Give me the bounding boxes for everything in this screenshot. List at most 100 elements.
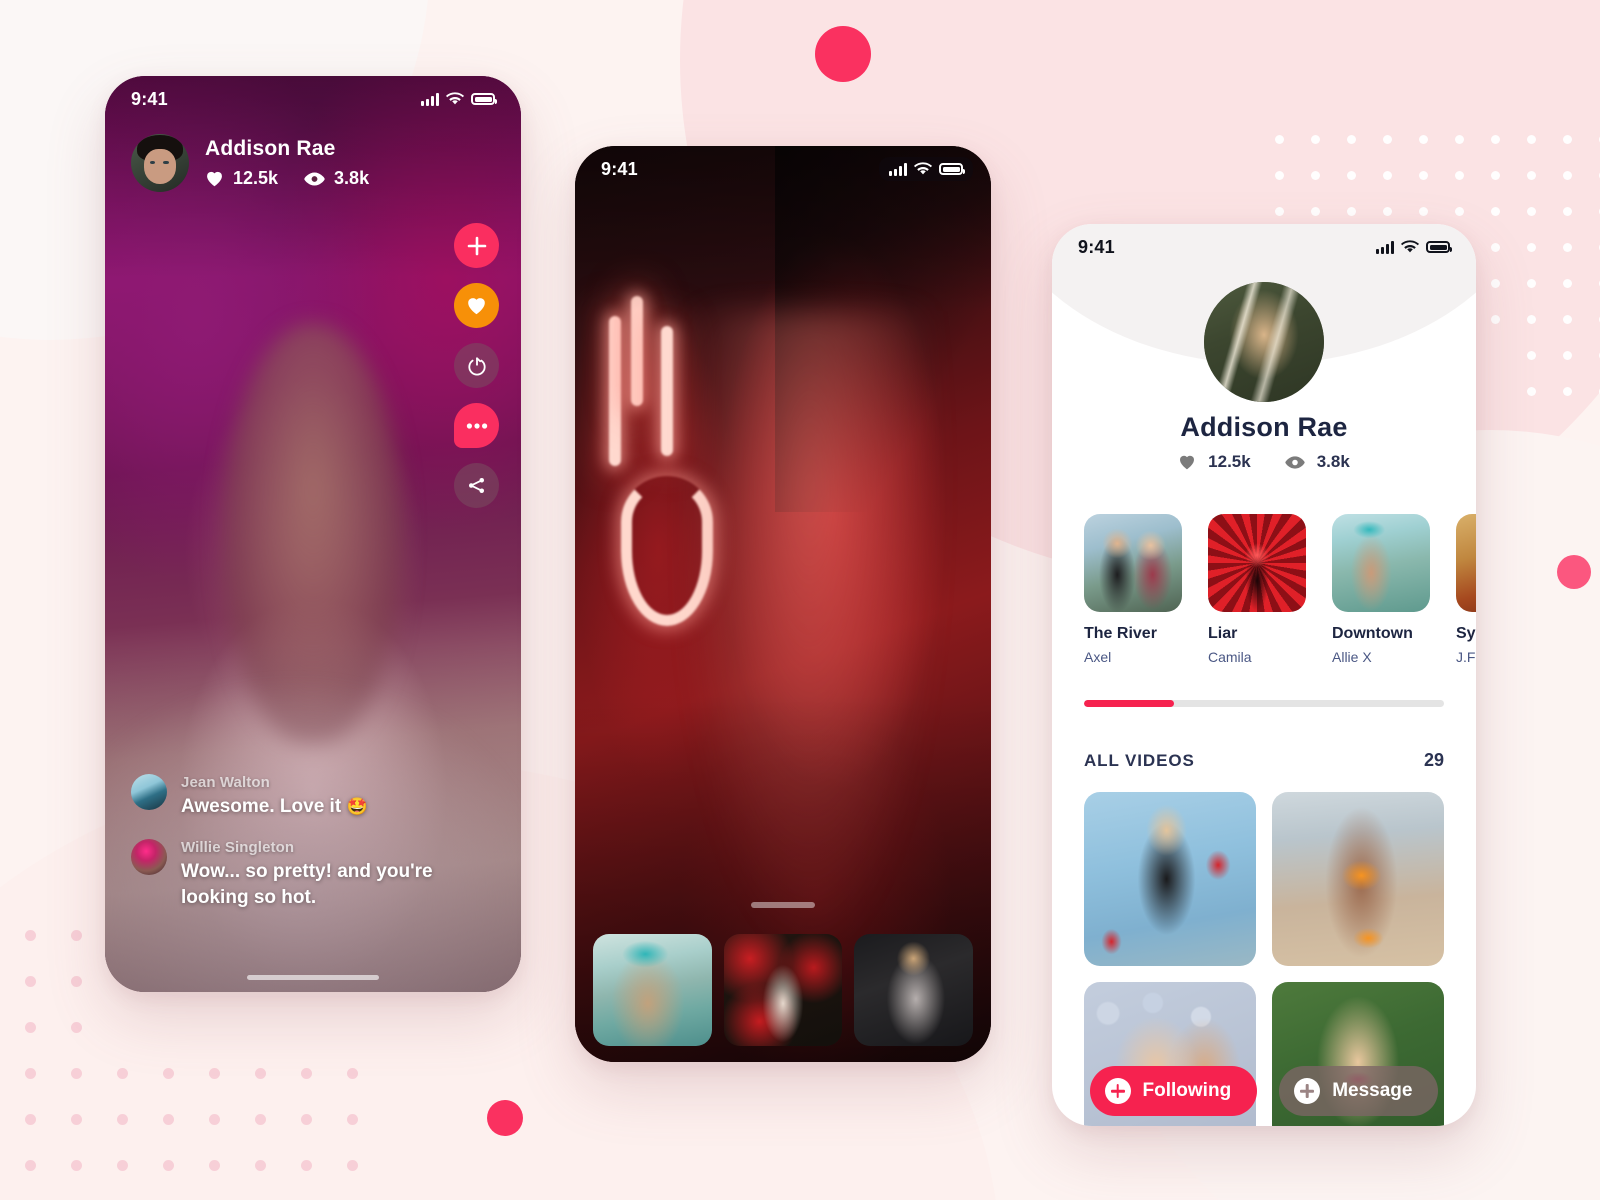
profile-avatar[interactable] [1204,282,1324,402]
song-artist: J.Fla [1456,649,1476,665]
streamer-info[interactable]: Addison Rae 12.5k 3.8k [131,134,369,192]
decor-dot [71,976,82,987]
decor-dot [1491,207,1500,216]
share-button[interactable] [454,463,499,508]
decor-dot [163,1068,174,1079]
song-card[interactable]: The River Axel [1084,514,1182,665]
video-beach-orange[interactable] [1272,792,1444,966]
decor-dot [1491,171,1500,180]
all-videos-header: ALL VIDEOS 29 [1084,750,1444,771]
carousel-scrollbar-thumb[interactable] [1084,700,1174,707]
decor-dot [1527,315,1536,324]
refresh-share-button[interactable] [454,343,499,388]
status-time: 9:41 [601,158,638,179]
decor-dot [1563,207,1572,216]
view-count: 3.8k [334,168,370,188]
decor-dot [1311,171,1320,180]
streamer-name: Addison Rae [205,137,336,160]
decor-dot [255,1068,266,1079]
comment-button[interactable] [454,403,499,448]
plus-circle-icon [1104,1078,1131,1104]
song-card[interactable]: Syn J.Fla [1456,514,1476,665]
thumbnail-strip [593,934,974,1046]
decor-dot [1347,207,1356,216]
comment-list: Jean Walton Awesome. Love it 🤩 Willie Si… [131,774,487,930]
decor-dot [117,1160,128,1171]
status-time: 9:41 [1078,236,1115,257]
add-button[interactable] [454,223,499,268]
song-artist: Axel [1084,649,1112,665]
like-button[interactable] [454,283,499,328]
decor-dot [1527,387,1536,396]
decor-dot [1491,279,1500,288]
decor-dot [1419,171,1428,180]
decor-dot [1563,243,1572,252]
decor-dot [301,1114,312,1125]
eye-icon [304,171,325,187]
comment-author: Willie Singleton [181,839,295,857]
drag-handle[interactable] [751,902,815,908]
decor-dot [347,1160,358,1171]
decor-circle-top [815,26,871,82]
song-card[interactable]: Downtown Allie X [1332,514,1430,665]
decor-dot [1491,243,1500,252]
battery-icon [471,93,497,105]
decor-circle-right [1557,555,1591,589]
video-count: 29 [1423,750,1444,770]
decor-dot [163,1114,174,1125]
decor-dot [1527,243,1536,252]
message-button[interactable]: Message [1279,1066,1439,1116]
decor-dot [1527,279,1536,288]
decor-dot [25,1022,36,1033]
decor-dot [1563,135,1572,144]
avatar[interactable] [131,134,189,192]
thumbnail-pool-selfie[interactable] [593,934,712,1046]
comment-text: Awesome. Love it 🤩 [181,796,368,818]
decor-dot [25,930,36,941]
decor-dot [1275,171,1284,180]
signal-icon [889,162,907,176]
decor-dot [1275,135,1284,144]
decor-dot [1383,207,1392,216]
profile-actions: Following Message [1052,1066,1476,1116]
decor-dot [1347,135,1356,144]
decor-dot [25,1068,36,1079]
message-button-label: Message [1332,1080,1413,1101]
wifi-icon [914,162,932,175]
decor-dot [1419,207,1428,216]
decor-dot [1455,207,1464,216]
status-time: 9:41 [131,88,168,109]
video-netflix-premiere[interactable] [1084,792,1256,966]
profile-stats: 12.5k 3.8k [1052,452,1476,472]
decor-dot [117,1114,128,1125]
decor-dot [1527,351,1536,360]
comment-avatar [131,774,167,811]
status-bar: 9:41 [1052,224,1476,270]
song-carousel[interactable]: The River Axel Liar Camila Downtown Alli… [1084,514,1476,665]
song-artwork [1208,514,1306,612]
eye-icon [1285,455,1305,470]
video-vignette [575,146,991,1062]
decor-dot [71,1068,82,1079]
decor-dot [1563,171,1572,180]
wifi-icon [446,92,464,105]
comment-item[interactable]: Willie Singleton Wow... so pretty! and y… [131,839,487,910]
decor-circle-bottom [487,1100,523,1136]
home-indicator[interactable] [247,975,379,980]
phone-profile: 9:41 Addison Rae 12.5k 3.8k The River Ax… [1052,224,1476,1126]
signal-icon [421,92,439,106]
battery-icon [1426,241,1452,253]
following-button[interactable]: Following [1089,1066,1258,1116]
comment-item[interactable]: Jean Walton Awesome. Love it 🤩 [131,774,487,819]
action-rail [454,223,499,508]
thumbnail-sequin-dress[interactable] [854,934,974,1046]
like-count: 12.5k [233,168,279,188]
decor-dot [1455,135,1464,144]
thumbnail-red-flowers[interactable] [723,934,843,1046]
view-count: 3.8k [1316,452,1350,471]
page-title: Addison Rae [1180,412,1348,442]
carousel-scrollbar[interactable] [1084,700,1444,707]
decor-dot [1383,135,1392,144]
decor-dot [25,1114,36,1125]
song-card[interactable]: Liar Camila [1208,514,1306,665]
